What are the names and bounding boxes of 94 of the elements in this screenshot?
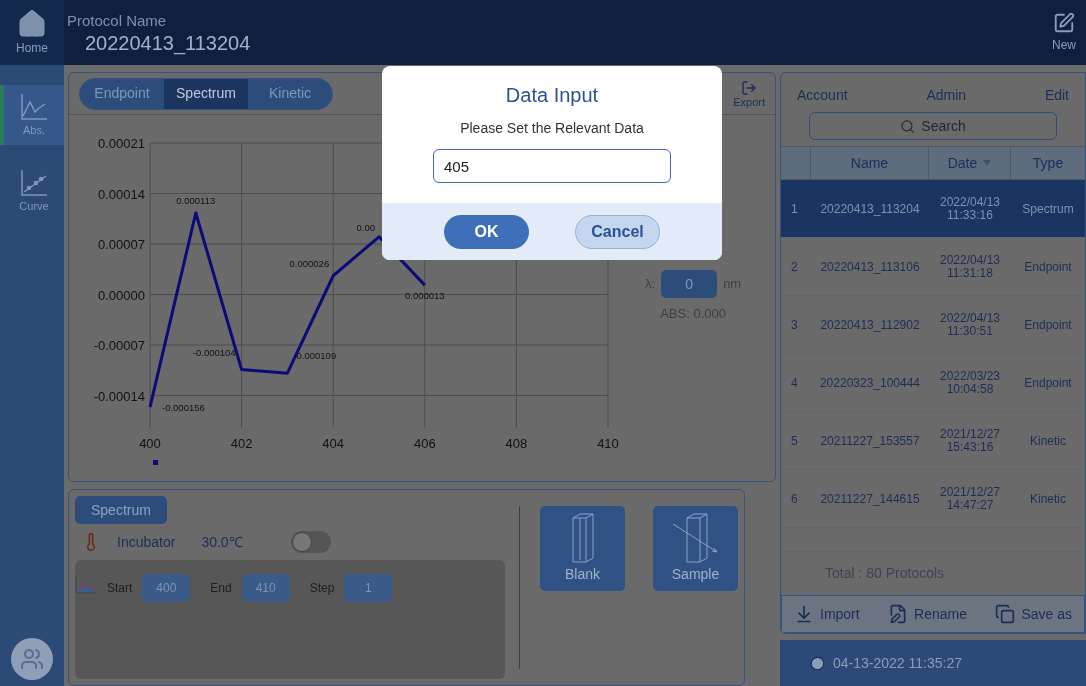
time-cell: 11:30:51 bbox=[947, 324, 993, 338]
date-cell: 2022/03/23 bbox=[939, 369, 1001, 383]
temperature-value: 30.0℃ bbox=[201, 532, 243, 552]
mode-tab[interactable]: Spectrum bbox=[164, 78, 248, 109]
x-tick-label: 402 bbox=[230, 436, 253, 451]
type-cell-text: Endpoint bbox=[1023, 316, 1073, 334]
table-row[interactable]: 2 20220413_113106 2022/04/13 11:31:18 Endpoint bbox=[781, 238, 1085, 296]
y-tick-label: 0.00007 bbox=[98, 237, 145, 252]
column-header[interactable]: Type bbox=[1011, 147, 1085, 179]
table-row[interactable]: 5 20211227_153557 2021/12/27 15:43:16 Kinetic bbox=[781, 412, 1085, 470]
date-cell: 2021/12/27 bbox=[939, 485, 1001, 499]
protocol-label: Protocol Name bbox=[67, 12, 168, 30]
column-header-text: Date bbox=[947, 153, 978, 173]
y-tick-label: 0.00000 bbox=[98, 287, 145, 303]
sidebar-item[interactable]: Curve bbox=[0, 161, 64, 221]
step-field[interactable]: 1 bbox=[344, 574, 393, 602]
x-tick-label: 404 bbox=[322, 436, 345, 451]
mode-tab[interactable]: Endpoint bbox=[80, 78, 164, 109]
date-cell: 2021/12/27 bbox=[939, 427, 1001, 441]
row-index: 4 bbox=[790, 374, 799, 392]
y-tick-label: 0.00014 bbox=[98, 186, 145, 202]
dialog-button[interactable]: Cancel bbox=[575, 214, 660, 249]
search-placeholder: Search bbox=[921, 116, 966, 136]
menu-item[interactable]: Admin bbox=[926, 85, 967, 106]
type-cell-text: Endpoint bbox=[1023, 374, 1073, 392]
date-cell: 2022/04/13 bbox=[939, 311, 1001, 325]
dialog-title: Data Input bbox=[505, 83, 599, 108]
spectrum-tag[interactable]: Spectrum bbox=[75, 496, 167, 524]
export-button[interactable]: Export bbox=[733, 79, 765, 108]
data-label: 0.00 bbox=[356, 221, 375, 233]
name-cell-text: 20220323_100444 bbox=[818, 374, 922, 392]
dialog-message: Please Set the Relevant Data bbox=[460, 119, 644, 138]
time-cell: 11:33:16 bbox=[947, 208, 993, 222]
date-cell: 2022/04/13 bbox=[939, 253, 1001, 267]
x-tick-label: 400 bbox=[139, 436, 161, 451]
y-tick-label: -0.00007 bbox=[93, 338, 145, 354]
dialog-button[interactable]: OK bbox=[444, 214, 529, 249]
table-row[interactable]: 3 20220413_112902 2022/04/13 11:30:51 Endpoint bbox=[781, 296, 1085, 354]
y-tick-label: 0.00021 bbox=[98, 136, 145, 151]
action-button[interactable]: Rename bbox=[888, 603, 967, 625]
step-label: Step bbox=[309, 580, 335, 597]
name-cell-text: 20220413_113204 bbox=[819, 200, 921, 218]
data-input-field[interactable]: 405 bbox=[433, 149, 671, 183]
start-label: Start bbox=[107, 580, 133, 597]
action-button[interactable]: Save as bbox=[995, 603, 1072, 625]
row-index: 5 bbox=[790, 432, 799, 450]
sidebar-item[interactable]: Abs. bbox=[0, 85, 64, 145]
x-tick-label: 406 bbox=[413, 436, 436, 451]
row-index: 2 bbox=[790, 258, 799, 276]
type-cell-text: Endpoint bbox=[1023, 258, 1073, 276]
type-cell-text: Kinetic bbox=[1029, 432, 1067, 450]
date-cell: 2022/04/13 bbox=[939, 195, 1001, 209]
end-field[interactable]: 410 bbox=[241, 574, 290, 602]
table-row[interactable]: 6 20211227_144615 2021/12/27 14:47:27 Kinetic bbox=[781, 470, 1085, 528]
data-label: -0.000156 bbox=[162, 402, 205, 414]
incubator-label: Incubator bbox=[117, 532, 176, 552]
table-row[interactable]: 4 20220323_100444 2022/03/23 10:04:58 Endpoint bbox=[781, 354, 1085, 412]
time-cell: 11:31:18 bbox=[947, 266, 993, 280]
mode-tab[interactable]: Kinetic bbox=[248, 78, 332, 109]
start-field[interactable]: 400 bbox=[142, 574, 191, 602]
table-row[interactable]: 1 20220413_113204 2022/04/13 11:33:16 Spectrum bbox=[781, 180, 1085, 238]
type-cell-text: Kinetic bbox=[1029, 490, 1067, 508]
row-index: 1 bbox=[790, 200, 799, 218]
menu-item[interactable]: Account bbox=[797, 85, 848, 106]
name-cell-text: 20220413_113106 bbox=[819, 258, 921, 276]
type-cell-text: Spectrum bbox=[1021, 200, 1075, 218]
new-button[interactable]: New bbox=[1042, 0, 1086, 65]
x-tick-label: 410 bbox=[597, 436, 619, 451]
menu-item[interactable]: Edit bbox=[1044, 85, 1069, 106]
y-tick-label: -0.00014 bbox=[93, 388, 145, 404]
row-index: 3 bbox=[790, 316, 799, 334]
name-cell-text: 20220413_112902 bbox=[819, 316, 921, 334]
home-button[interactable]: Home bbox=[0, 0, 64, 65]
name-cell-text: 20211227_144615 bbox=[819, 490, 921, 508]
end-label: End bbox=[210, 580, 232, 597]
search-field[interactable]: Search bbox=[809, 112, 1057, 140]
column-header[interactable]: Name bbox=[811, 147, 929, 179]
status-datetime: 04-13-2022 11:35:27 bbox=[833, 653, 962, 673]
data-label: 0.000026 bbox=[289, 257, 330, 269]
measure-button[interactable]: Sample bbox=[653, 506, 738, 591]
wavelength-field[interactable]: 0 bbox=[661, 270, 718, 298]
measure-button[interactable]: Blank bbox=[540, 506, 625, 591]
data-label: 0.000013 bbox=[405, 290, 445, 302]
column-header[interactable]: Date bbox=[929, 147, 1011, 179]
time-cell: 14:47:27 bbox=[946, 498, 994, 512]
action-button[interactable]: Import bbox=[794, 603, 860, 625]
time-cell: 10:04:58 bbox=[946, 382, 994, 396]
time-cell: 15:43:16 bbox=[946, 440, 994, 454]
protocol-name: 20220413_113204 bbox=[84, 31, 251, 56]
row-index: 6 bbox=[790, 490, 799, 508]
x-tick-label: 408 bbox=[505, 436, 528, 451]
name-cell-text: 20211227_153557 bbox=[819, 432, 921, 450]
data-label: -0.000104 bbox=[192, 346, 236, 358]
data-label: 0.000113 bbox=[176, 195, 216, 206]
